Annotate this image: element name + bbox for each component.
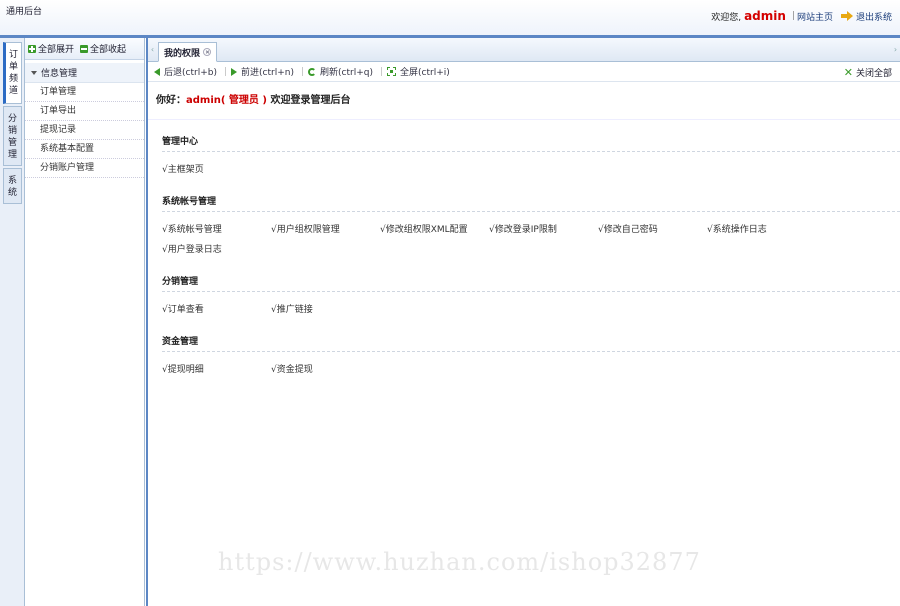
perm-item: √用户组权限管理 [271,225,340,235]
exit-link[interactable]: 退出系统 [856,10,892,23]
fullscreen-button[interactable]: 全屏(ctrl+i) [387,65,450,78]
tree-toolbar: 全部展开 全部收起 [25,38,144,60]
back-arrow-icon [154,67,160,76]
section-title: 分销管理 [162,272,900,292]
refresh-icon [308,67,317,76]
caret-down-icon [31,70,37,75]
close-all-button[interactable]: ✕ 关闭全部 [843,65,892,80]
close-icon: ✕ [843,65,853,79]
tree-item-distribution-accounts[interactable]: 分销账户管理 [25,159,144,178]
perm-item: √资金提现 [271,365,313,375]
forward-arrow-icon [231,67,238,76]
tab-strip: ‹ 我的权限 › [148,38,900,62]
tab-scroll-right-icon[interactable]: › [892,42,899,58]
perm-item: √提现明细 [162,365,204,375]
permissions-content: 管理中心 √主框架页 系统帐号管理 √系统帐号管理 √用户组权限管理 √修改组权… [148,120,900,392]
channel-tab-distribution[interactable]: 分 销 管 理 [3,106,22,166]
perm-list: √提现明细 √资金提现 [162,352,900,392]
tab-scroll-left-icon[interactable]: ‹ [149,42,156,58]
perm-item: √系统帐号管理 [162,225,222,235]
main-panel: ‹ 我的权限 › 后退(ctrl+b) | 前进(ctrl+n) | 刷新(ct… [146,38,900,606]
menu-tree: 全部展开 全部收起 信息管理 订单管理 订单导出 提现记录 系统基本配置 分销账… [25,38,145,606]
section-title: 管理中心 [162,132,900,152]
perm-item: √用户登录日志 [162,245,222,255]
back-button[interactable]: 后退(ctrl+b) [154,65,217,78]
perm-list: √订单查看 √推广链接 [162,292,900,332]
current-username: admin [744,9,786,23]
collapse-all-button[interactable]: 全部收起 [80,42,126,55]
channel-tab-orders[interactable]: 订 单 频 道 [3,42,22,104]
refresh-button[interactable]: 刷新(ctrl+q) [308,65,373,78]
perm-list: √主框架页 [162,152,900,192]
section-title: 系统帐号管理 [162,192,900,212]
top-header: 通用后台 欢迎您, admin | 网站主页 退出系统 [0,0,900,36]
fullscreen-icon [387,67,397,76]
exit-arrow-icon [840,11,853,21]
greeting-line: 你好：admin( 管理员 ) 欢迎登录管理后台 [148,82,900,120]
perm-item: √主框架页 [162,165,204,175]
tab-my-permissions[interactable]: 我的权限 [158,42,218,62]
perm-item: √推广链接 [271,305,313,315]
nav-toolbar: 后退(ctrl+b) | 前进(ctrl+n) | 刷新(ctrl+q) | 全… [148,62,900,82]
tree-item-export[interactable]: 订单导出 [25,102,144,121]
tree-group-info[interactable]: 信息管理 [25,63,144,83]
expand-icon [28,44,36,53]
greeting-user: admin( 管理员 ) [186,95,267,106]
tree-item-orders[interactable]: 订单管理 [25,83,144,102]
perm-item: √修改自己密码 [598,225,658,235]
channel-tab-system[interactable]: 系 统 [3,168,22,204]
perm-item: √修改登录IP限制 [489,225,557,235]
perm-item: √订单查看 [162,305,204,315]
welcome-text: 欢迎您, [711,12,742,23]
expand-all-button[interactable]: 全部展开 [28,42,74,55]
app-title: 通用后台 [6,7,43,17]
tab-close-icon[interactable] [203,48,212,56]
watermark-text: https://www.huzhan.com/ishop32877 [218,548,701,576]
header-separator: | [791,11,795,21]
channel-tabs: 订 单 频 道 分 销 管 理 系 统 [0,38,25,606]
exit-button[interactable]: 退出系统 [840,10,892,23]
forward-button[interactable]: 前进(ctrl+n) [231,65,294,78]
user-bar: 欢迎您, admin | 网站主页 退出系统 [711,9,892,23]
perm-list: √系统帐号管理 √用户组权限管理 √修改组权限XML配置 √修改登录IP限制 √… [162,212,900,272]
perm-item: √系统操作日志 [707,225,767,235]
home-link[interactable]: 网站主页 [797,10,833,23]
perm-item: √修改组权限XML配置 [380,225,468,235]
collapse-icon [80,44,89,53]
tree-item-system-config[interactable]: 系统基本配置 [25,140,144,159]
section-title: 资金管理 [162,332,900,352]
tree-item-withdraw-records[interactable]: 提现记录 [25,121,144,140]
